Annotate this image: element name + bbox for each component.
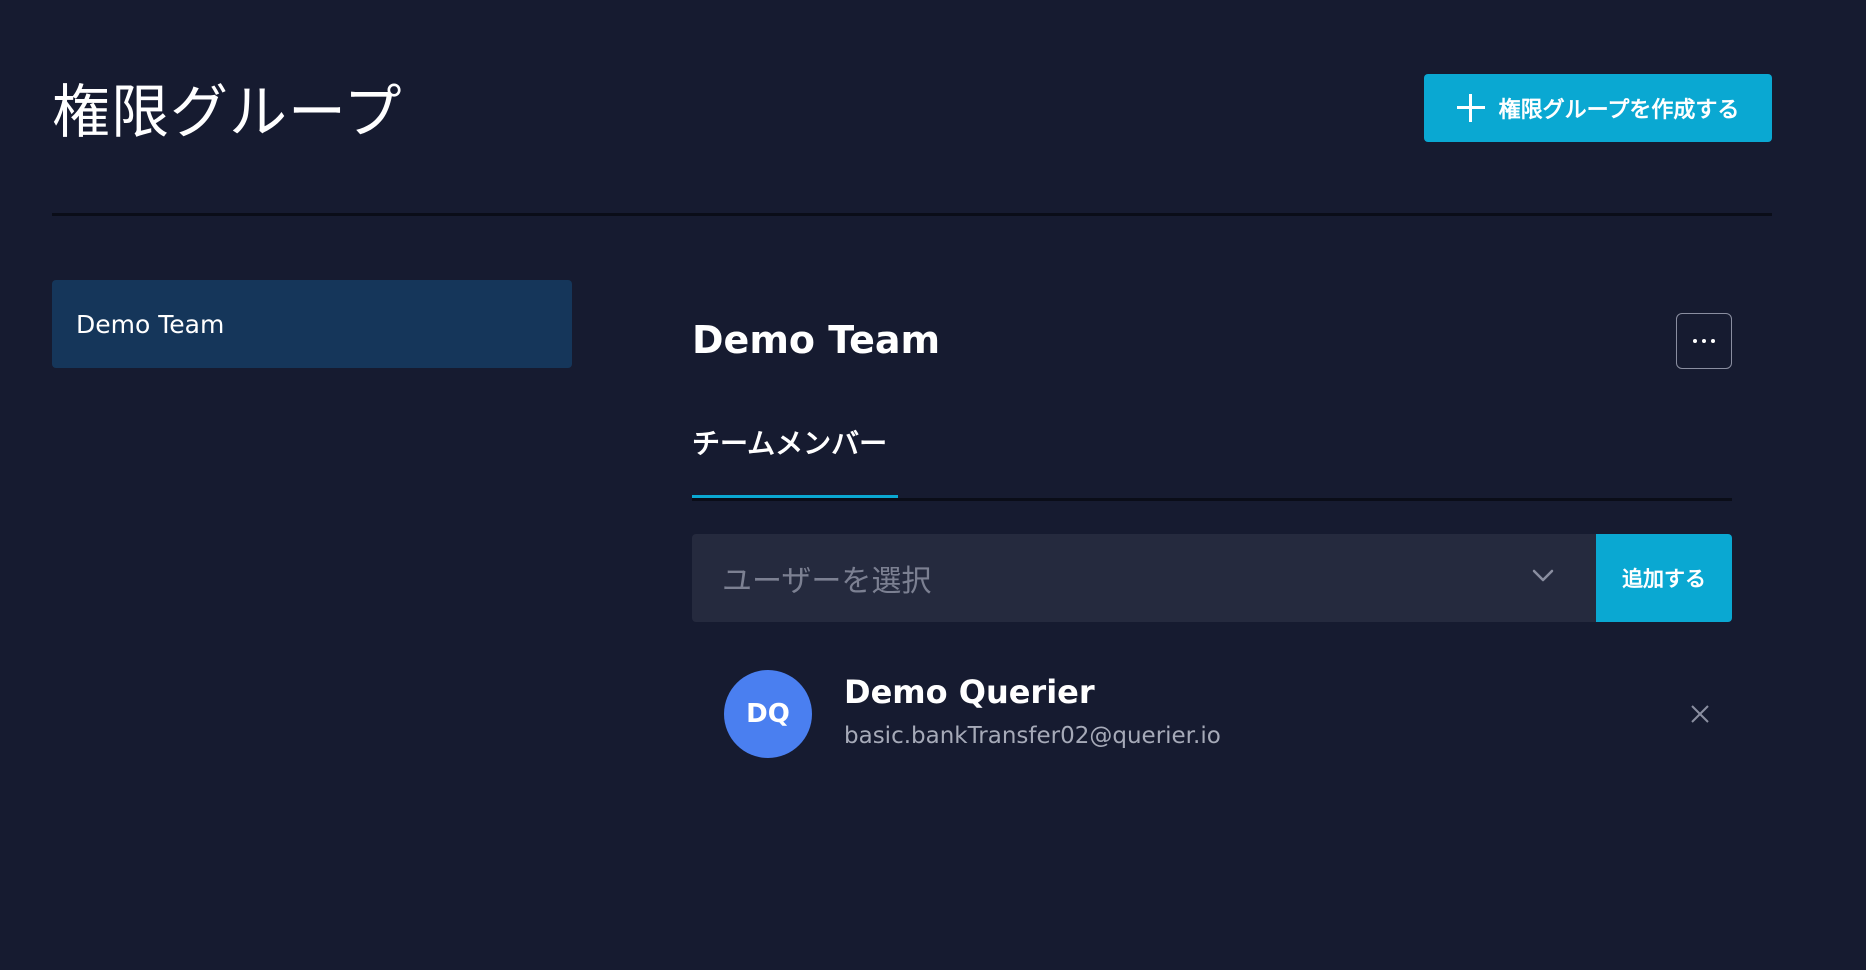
header-divider [52, 213, 1772, 216]
group-title: Demo Team [692, 318, 941, 362]
more-horizontal-icon [1711, 339, 1715, 343]
permission-groups-page: 権限グループ 権限グループを作成する Demo Team Demo Team チ… [0, 0, 1866, 970]
more-horizontal-icon [1693, 339, 1697, 343]
close-icon[interactable] [1688, 702, 1712, 726]
member-email: basic.bankTransfer02@querier.io [844, 723, 1221, 749]
avatar: DQ [724, 670, 812, 758]
page-title: 権限グループ [52, 78, 403, 146]
member-name: Demo Querier [844, 673, 1095, 711]
add-member-button[interactable]: 追加する [1596, 534, 1732, 622]
create-permission-group-button[interactable]: 権限グループを作成する [1424, 74, 1772, 142]
chevron-down-icon [1532, 569, 1554, 582]
create-button-label: 権限グループを作成する [1498, 98, 1740, 123]
more-options-button[interactable] [1676, 313, 1732, 369]
plus-icon [1456, 94, 1485, 122]
tab-team-members[interactable]: チームメンバー [692, 420, 898, 500]
sidebar-item-demo-team[interactable]: Demo Team [52, 280, 572, 368]
user-select-dropdown[interactable]: ユーザーを選択 [692, 534, 1596, 622]
tab-label: チームメンバー [692, 427, 888, 460]
user-select-placeholder: ユーザーを選択 [722, 564, 932, 599]
sidebar-item-label: Demo Team [76, 309, 225, 339]
member-list-item: DQ Demo Querier basic.bankTransfer02@que… [692, 660, 1732, 770]
avatar-initials: DQ [746, 699, 790, 729]
add-button-label: 追加する [1622, 567, 1706, 591]
tab-divider [692, 498, 1732, 501]
more-horizontal-icon [1702, 339, 1706, 343]
